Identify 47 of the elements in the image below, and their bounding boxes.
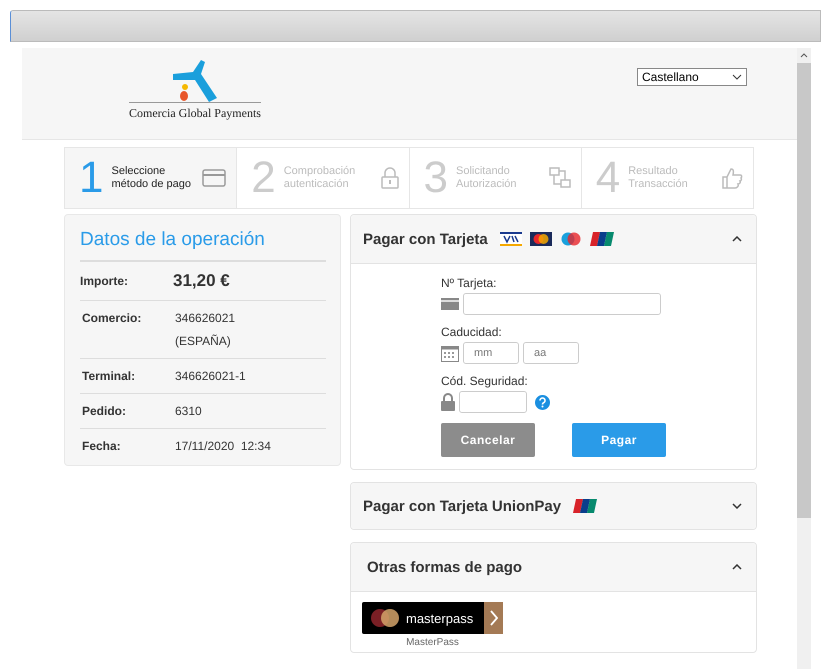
calendar-icon [441,344,459,362]
field-label: Comercio: [82,311,142,327]
input-field[interactable]: mm [463,342,519,364]
visa-card-icon [500,232,522,246]
logo-text: Comercia Global Payments [129,102,261,121]
field-value: 6310 [175,404,202,418]
language-select[interactable]: Castellano [637,68,747,86]
chevron-up-icon [732,564,742,570]
field-value: 346626021 [175,311,236,325]
panel-header[interactable]: Pagar con Tarjeta [351,215,756,264]
input-field[interactable] [459,391,527,413]
chevron-right-icon [490,610,498,626]
field-value: 346626021-1 [175,369,246,383]
lock-icon [441,393,455,411]
dropdown-caret-icon [732,74,742,80]
circles-logo-icon [370,608,400,628]
unionpay-card-icon [590,232,614,246]
card-icon [441,298,459,310]
field-label: Cód. Seguridad: [441,374,529,388]
unionpay-card-icon [573,499,598,513]
chevron-up-icon [732,236,742,242]
input-field[interactable] [463,293,661,315]
scroll-up-icon [800,53,808,58]
maestro-card-icon [560,232,582,246]
field-label: Pedido: [82,404,127,418]
mastercard-icon [530,232,552,246]
method-caption: MasterPass [406,637,459,648]
thumbs-up-icon [721,167,743,189]
field-value: (ESPAÑA) [175,334,232,348]
field-label: Importe: [80,274,129,288]
masterpass-button[interactable]: masterpass [362,602,503,634]
field-label: Fecha: [82,439,122,453]
lock-icon [380,167,398,189]
field-label: Caducidad: [441,325,503,339]
scrollbar[interactable] [797,48,811,669]
card-icon [202,169,226,187]
input-field[interactable]: aa [523,342,579,364]
chevron-down-icon [732,503,742,509]
transfer-icon [548,167,571,189]
field-value: 17/11/2020 12:34 [175,439,271,453]
operation-title: Datos de la operación [80,229,326,262]
amount-value: 31,20 € [173,271,230,291]
help-icon[interactable] [535,394,550,410]
panel-header[interactable]: Otras formas de pago [351,543,756,592]
panel-header[interactable]: Pagar con Tarjeta UnionPay [351,483,756,529]
field-label: Nº Tarjeta: [441,276,498,290]
field-label: Terminal: [82,369,136,383]
